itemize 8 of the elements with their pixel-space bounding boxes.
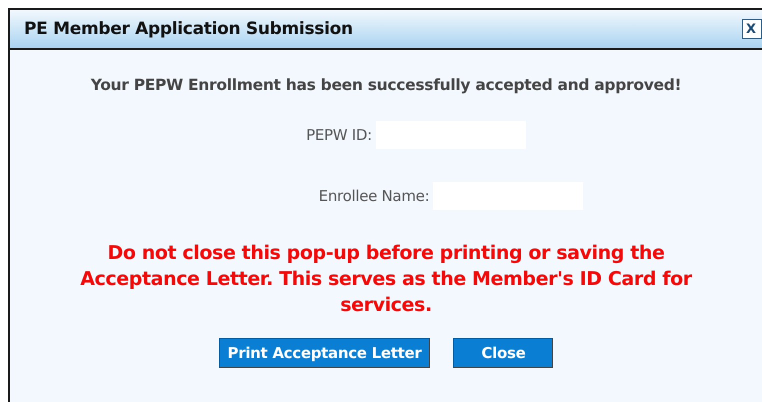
print-button[interactable]: Print Acceptance Letter [218, 338, 430, 368]
field-label: PEPW ID: [306, 126, 372, 144]
window-title: PE Member Application Submission [24, 19, 353, 39]
field-label: Enrollee Name: [318, 187, 430, 205]
close-dialog-button[interactable]: Close [453, 338, 554, 368]
warning-message: Do not close this pop-up before printing or saving the Acceptance Letter. This serves as the Member's ID Card for services. [79, 241, 693, 318]
success-message: Your PEPW Enrollment has been successfully accepted and approved! [90, 76, 682, 94]
window-close-button[interactable]: X [742, 19, 762, 39]
